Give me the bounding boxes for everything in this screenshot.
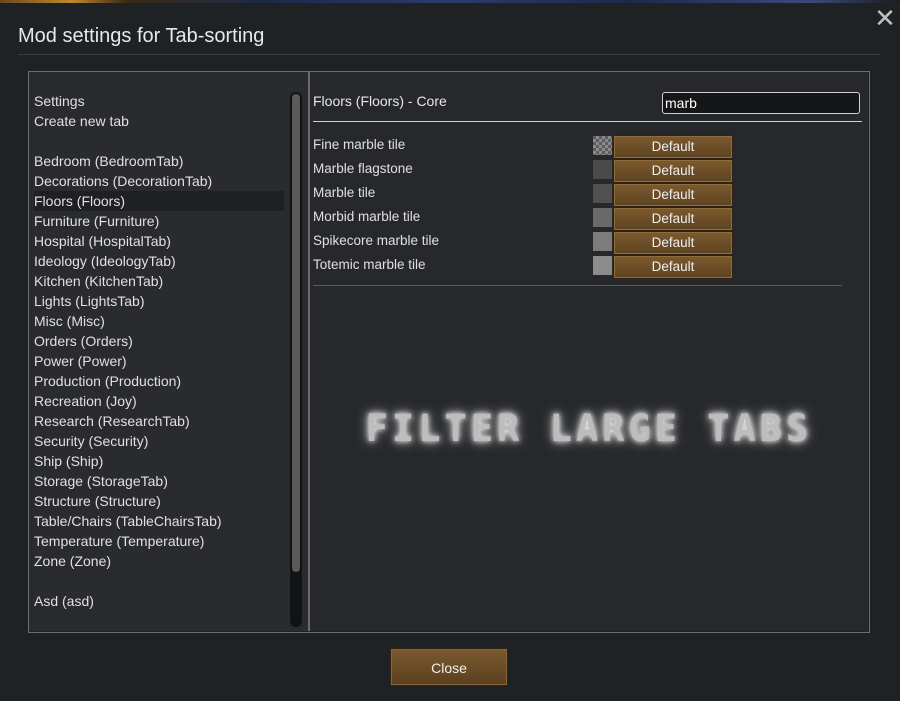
sidebar-item-recreation[interactable]: Recreation (Joy) (34, 391, 284, 411)
window-title: Mod settings for Tab-sorting (18, 25, 265, 47)
sidebar-item-security[interactable]: Security (Security) (34, 431, 284, 451)
sidebar-item-floors[interactable]: Floors (Floors) (34, 191, 284, 211)
floor-swatch-icon (593, 256, 612, 275)
close-button[interactable]: Close (390, 648, 508, 686)
filter-large-tabs-watermark: FILTER LARGE TABS (365, 407, 813, 450)
sidebar-scrollbar[interactable] (290, 92, 302, 627)
sidebar-item-settings[interactable]: Settings (34, 91, 284, 111)
default-button[interactable]: Default (613, 183, 733, 207)
sidebar-item-ideology[interactable]: Ideology (IdeologyTab) (34, 251, 284, 271)
floor-swatch-icon (593, 208, 612, 227)
floor-label: Marble flagstone (313, 161, 413, 176)
default-button[interactable]: Default (613, 231, 733, 255)
default-button[interactable]: Default (613, 207, 733, 231)
sidebar-item-power[interactable]: Power (Power) (34, 351, 284, 371)
floor-swatch-icon (593, 136, 612, 155)
floor-label: Spikecore marble tile (313, 233, 440, 248)
floor-swatch-icon (593, 184, 612, 203)
search-input[interactable] (662, 92, 860, 114)
close-icon[interactable]: ✕ (872, 5, 898, 31)
floor-swatch-icon (593, 232, 612, 251)
sidebar-item-bedroom[interactable]: Bedroom (BedroomTab) (34, 151, 284, 171)
default-button[interactable]: Default (613, 159, 733, 183)
sidebar-item-temperature[interactable]: Temperature (Temperature) (34, 531, 284, 551)
sidebar-item-lights[interactable]: Lights (LightsTab) (34, 291, 284, 311)
floor-label: Morbid marble tile (313, 209, 421, 224)
sidebar-item-research[interactable]: Research (ResearchTab) (34, 411, 284, 431)
tab-list-panel: Settings Create new tab Bedroom (Bedroom… (29, 72, 308, 631)
sidebar-item-structure[interactable]: Structure (Structure) (34, 491, 284, 511)
sidebar-item-misc[interactable]: Misc (Misc) (34, 311, 284, 331)
sidebar-item-ship[interactable]: Ship (Ship) (34, 451, 284, 471)
sidebar-item-furniture[interactable]: Furniture (Furniture) (34, 211, 284, 231)
panel-header: Floors (Floors) - Core (313, 93, 447, 109)
sidebar-item-create-new-tab[interactable]: Create new tab (34, 111, 284, 131)
floor-label: Totemic marble tile (313, 257, 426, 272)
list-divider (313, 285, 842, 286)
floor-label: Marble tile (313, 185, 376, 200)
floor-swatch-icon (593, 160, 612, 179)
sidebar-item-orders[interactable]: Orders (Orders) (34, 331, 284, 351)
sidebar-item-zone[interactable]: Zone (Zone) (34, 551, 284, 571)
scrollbar-thumb[interactable] (292, 94, 300, 572)
default-button[interactable]: Default (613, 135, 733, 159)
sidebar-item-hospital[interactable]: Hospital (HospitalTab) (34, 231, 284, 251)
sidebar-item-table-chairs[interactable]: Table/Chairs (TableChairsTab) (34, 511, 284, 531)
tab-detail-panel: Floors (Floors) - Core Fine marble tile … (310, 72, 868, 631)
sidebar-item-storage[interactable]: Storage (StorageTab) (34, 471, 284, 491)
sidebar-item-production[interactable]: Production (Production) (34, 371, 284, 391)
sidebar-item-asd[interactable]: Asd (asd) (34, 591, 284, 611)
default-button[interactable]: Default (613, 255, 733, 279)
title-divider (18, 54, 880, 55)
header-divider (313, 121, 862, 122)
floor-label: Fine marble tile (313, 137, 406, 152)
sidebar-item-kitchen[interactable]: Kitchen (KitchenTab) (34, 271, 284, 291)
sidebar-item-decorations[interactable]: Decorations (DecorationTab) (34, 171, 284, 191)
